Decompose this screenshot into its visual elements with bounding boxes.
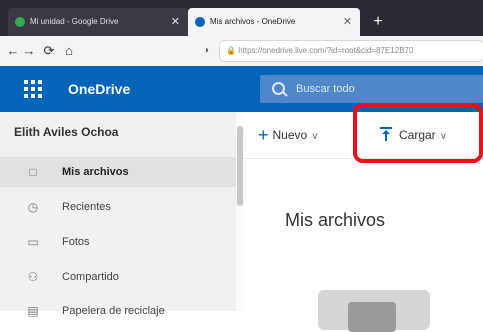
- new-button-label: Nuevo: [272, 128, 308, 142]
- sidebar-item-compartido[interactable]: ⚇ Compartido: [0, 262, 236, 292]
- clock-icon: ◷: [27, 200, 39, 214]
- back-icon[interactable]: ←: [6, 42, 20, 60]
- sidebar-item-fotos[interactable]: ▭ Fotos: [0, 227, 236, 257]
- shield-icon: ◑: [202, 45, 210, 56]
- home-icon[interactable]: ⌂: [62, 42, 76, 60]
- sidebar-item-mis-archivos[interactable]: □ Mis archivos: [0, 157, 236, 187]
- browser-tab-google-drive[interactable]: Mi unidad - Google Drive ✕: [8, 8, 188, 36]
- new-tab-button[interactable]: +: [368, 12, 388, 32]
- folder-icon: □: [29, 165, 37, 179]
- url-bar[interactable]: 🔒 https://onedrive.live.com/?id=root&cid…: [220, 41, 483, 61]
- chevron-down-icon: ∨: [311, 131, 319, 142]
- sidebar-item-label: Papelera de reciclaje: [62, 305, 165, 317]
- search-box[interactable]: Buscar todo: [260, 75, 483, 103]
- lock-icon: 🔒: [226, 46, 236, 55]
- browser-nav-bar: ← → ⟳ ⌂ ◑ 🔒 https://onedrive.live.com/?i…: [0, 36, 483, 67]
- sidebar-item-recientes[interactable]: ◷ Recientes: [0, 192, 236, 222]
- sidebar-scrollbar[interactable]: [236, 112, 244, 311]
- user-name: Elith Aviles Ochoa: [14, 125, 119, 139]
- close-tab-icon[interactable]: ✕: [343, 8, 352, 36]
- onedrive-favicon-icon: [195, 17, 205, 27]
- scrollbar-thumb[interactable]: [237, 126, 243, 206]
- google-drive-favicon-icon: [15, 17, 25, 27]
- plus-icon: +: [258, 125, 269, 145]
- tab-title: Mi unidad - Google Drive: [30, 17, 119, 26]
- search-icon: [272, 82, 285, 95]
- new-button[interactable]: + Nuevo ∨: [258, 112, 319, 158]
- sidebar: Elith Aviles Ochoa □ Mis archivos ◷ Reci…: [0, 112, 237, 318]
- photo-icon: ▭: [27, 235, 39, 249]
- reload-icon[interactable]: ⟳: [42, 42, 56, 60]
- browser-tab-onedrive[interactable]: Mis archivos - OneDrive ✕: [188, 8, 360, 36]
- people-icon: ⚇: [27, 270, 39, 284]
- browser-tab-strip: Mi unidad - Google Drive ✕ Mis archivos …: [0, 0, 483, 36]
- highlight-annotation: [353, 103, 483, 163]
- sidebar-item-label: Recientes: [62, 201, 111, 213]
- sidebar-item-label: Compartido: [62, 271, 119, 283]
- sidebar-item-papelera[interactable]: ▤ Papelera de reciclaje: [0, 296, 236, 326]
- forward-icon[interactable]: →: [22, 42, 36, 60]
- page-title: Mis archivos: [285, 210, 386, 230]
- tab-title: Mis archivos - OneDrive: [210, 17, 296, 26]
- empty-folder-illustration: [318, 290, 430, 332]
- url-text: https://onedrive.live.com/?id=root&cid=8…: [238, 46, 414, 55]
- search-placeholder: Buscar todo: [296, 83, 355, 95]
- app-launcher-icon[interactable]: [24, 80, 42, 98]
- sidebar-item-label: Fotos: [62, 236, 90, 248]
- trash-icon: ▤: [27, 304, 39, 318]
- brand-name[interactable]: OneDrive: [68, 66, 130, 112]
- sidebar-item-label: Mis archivos: [62, 166, 129, 178]
- close-tab-icon[interactable]: ✕: [171, 8, 180, 36]
